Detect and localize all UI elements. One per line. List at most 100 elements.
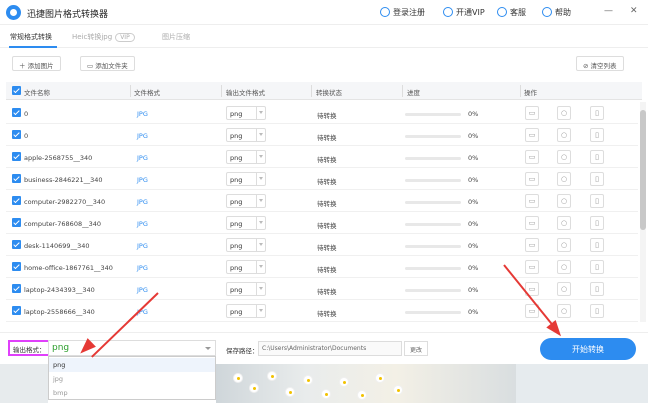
- tab-general-convert[interactable]: 常规格式转换: [10, 32, 52, 42]
- row-checkbox[interactable]: [12, 130, 21, 139]
- folder-open-icon[interactable]: ▭: [525, 260, 539, 274]
- trash-icon[interactable]: ▯: [590, 260, 604, 274]
- row-output-value: png: [230, 308, 243, 316]
- search-icon[interactable]: ○: [557, 128, 571, 142]
- row-output-select[interactable]: png: [226, 304, 266, 318]
- header-filename: 文件名称: [24, 89, 50, 97]
- folder-open-icon[interactable]: ▭: [525, 106, 539, 120]
- close-button[interactable]: ✕: [630, 6, 638, 16]
- row-filename: computer-2982270__340: [24, 198, 106, 206]
- row-status: 待转换: [317, 310, 337, 318]
- folder-open-icon[interactable]: ▭: [525, 238, 539, 252]
- row-checkbox[interactable]: [12, 174, 21, 183]
- vip-link[interactable]: 开通VIP: [443, 7, 485, 18]
- row-output-select[interactable]: png: [226, 106, 266, 120]
- row-checkbox[interactable]: [12, 108, 21, 117]
- progress-bar: [405, 223, 461, 226]
- row-status: 待转换: [317, 134, 337, 142]
- search-icon[interactable]: ○: [557, 282, 571, 296]
- search-icon[interactable]: ○: [557, 194, 571, 208]
- row-output-select[interactable]: png: [226, 282, 266, 296]
- row-progress: 0%: [468, 286, 479, 294]
- tab-heic-to-jpg[interactable]: Heic转换jpg VIP: [72, 32, 135, 42]
- row-progress: 0%: [468, 132, 479, 140]
- help-link[interactable]: 帮助: [542, 7, 571, 18]
- header-format: 文件格式: [134, 89, 160, 97]
- trash-icon[interactable]: ▯: [590, 216, 604, 230]
- clear-list-button[interactable]: ⊘ 清空列表: [576, 56, 624, 71]
- row-output-value: png: [230, 132, 243, 140]
- row-checkbox[interactable]: [12, 240, 21, 249]
- row-checkbox[interactable]: [12, 152, 21, 161]
- row-output-select[interactable]: png: [226, 172, 266, 186]
- trash-icon[interactable]: ▯: [590, 172, 604, 186]
- add-folder-button[interactable]: ▭ 添加文件夹: [80, 56, 135, 71]
- add-image-button[interactable]: ＋ 添加图片: [12, 56, 61, 71]
- row-output-value: png: [230, 198, 243, 206]
- row-checkbox[interactable]: [12, 218, 21, 227]
- row-output-select[interactable]: png: [226, 238, 266, 252]
- flower-decoration: [358, 391, 366, 399]
- change-path-button[interactable]: 更改: [404, 341, 428, 356]
- search-icon[interactable]: ○: [557, 260, 571, 274]
- progress-bar: [405, 311, 461, 314]
- vertical-scrollbar[interactable]: [640, 102, 646, 322]
- folder-open-icon[interactable]: ▭: [525, 194, 539, 208]
- trash-icon[interactable]: ▯: [590, 282, 604, 296]
- output-format-select[interactable]: png: [48, 340, 216, 356]
- row-filename: business-2846221__340: [24, 176, 103, 184]
- file-list: 0 JPG png 待转换 0% ▭ ○ ▯ 0 JPG png 待转换 0% …: [6, 102, 638, 322]
- dropdown-option-bmp[interactable]: bmp: [49, 386, 215, 400]
- row-checkbox[interactable]: [12, 284, 21, 293]
- table-row: desk-1140699__340 JPG png 待转换 0% ▭ ○ ▯: [6, 234, 638, 256]
- row-status: 待转换: [317, 112, 337, 120]
- row-checkbox[interactable]: [12, 262, 21, 271]
- active-tab-indicator: [9, 46, 57, 48]
- search-icon[interactable]: ○: [557, 216, 571, 230]
- row-output-select[interactable]: png: [226, 150, 266, 164]
- scrollbar-thumb[interactable]: [640, 110, 646, 230]
- progress-bar: [405, 113, 461, 116]
- row-filename: laptop-2434393__340: [24, 286, 95, 294]
- row-status: 待转换: [317, 156, 337, 164]
- dropdown-option-png[interactable]: png: [49, 358, 215, 372]
- service-link[interactable]: 客服: [497, 7, 526, 18]
- tab-image-compress[interactable]: 图片压缩: [162, 32, 190, 42]
- trash-icon[interactable]: ▯: [590, 106, 604, 120]
- vip-badge: VIP: [115, 33, 135, 42]
- progress-bar: [405, 179, 461, 182]
- save-path-input[interactable]: C:\Users\Administrator\Documents: [258, 341, 402, 356]
- trash-icon[interactable]: ▯: [590, 304, 604, 318]
- start-convert-button[interactable]: 开始转换: [540, 338, 636, 360]
- row-status: 待转换: [317, 288, 337, 296]
- header-progress: 进度: [407, 89, 420, 97]
- search-icon[interactable]: ○: [557, 106, 571, 120]
- dropdown-option-jpg[interactable]: jpg: [49, 372, 215, 386]
- folder-open-icon[interactable]: ▭: [525, 150, 539, 164]
- user-icon: [380, 7, 390, 17]
- folder-open-icon[interactable]: ▭: [525, 128, 539, 142]
- row-checkbox[interactable]: [12, 196, 21, 205]
- row-output-select[interactable]: png: [226, 216, 266, 230]
- flower-decoration: [234, 374, 242, 382]
- trash-icon[interactable]: ▯: [590, 128, 604, 142]
- trash-icon[interactable]: ▯: [590, 150, 604, 164]
- table-row: computer-768608__340 JPG png 待转换 0% ▭ ○ …: [6, 212, 638, 234]
- search-icon[interactable]: ○: [557, 150, 571, 164]
- output-format-value: png: [52, 343, 70, 353]
- folder-open-icon[interactable]: ▭: [525, 172, 539, 186]
- trash-icon[interactable]: ▯: [590, 238, 604, 252]
- search-icon[interactable]: ○: [557, 304, 571, 318]
- folder-open-icon[interactable]: ▭: [525, 216, 539, 230]
- row-output-select[interactable]: png: [226, 128, 266, 142]
- row-output-select[interactable]: png: [226, 194, 266, 208]
- select-all-checkbox[interactable]: [12, 86, 21, 95]
- table-row: apple-2568755__340 JPG png 待转换 0% ▭ ○ ▯: [6, 146, 638, 168]
- login-link[interactable]: 登录注册: [380, 7, 425, 18]
- search-icon[interactable]: ○: [557, 238, 571, 252]
- row-checkbox[interactable]: [12, 306, 21, 315]
- minimize-button[interactable]: —: [604, 6, 613, 16]
- search-icon[interactable]: ○: [557, 172, 571, 186]
- row-output-select[interactable]: png: [226, 260, 266, 274]
- trash-icon[interactable]: ▯: [590, 194, 604, 208]
